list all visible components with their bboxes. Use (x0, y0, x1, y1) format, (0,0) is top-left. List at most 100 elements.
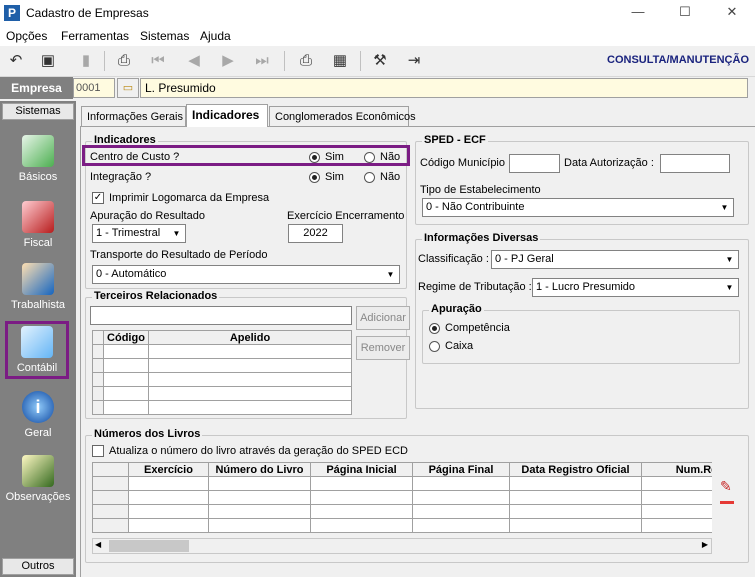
menu-bar: Opções Ferramentas Sistemas Ajuda (0, 26, 755, 46)
sidebar-item-geral[interactable]: i Geral (0, 391, 76, 439)
caixa-radio[interactable] (429, 341, 440, 352)
regime-tributacao-select[interactable]: 1 - Lucro Presumido ▼ (532, 278, 739, 297)
bookmark-icon[interactable]: ▮ (74, 50, 98, 72)
last-record-icon[interactable]: ⏭ (250, 50, 274, 72)
ledger-icon (22, 201, 54, 233)
integracao-label: Integração ? (90, 171, 152, 183)
menu-opcoes[interactable]: Opções (6, 29, 47, 43)
remover-button[interactable]: Remover (356, 336, 410, 360)
open-folder-button[interactable]: ▭ (117, 78, 139, 98)
folder-icon: ▭ (122, 82, 134, 94)
col-num-re: Num.Re (641, 462, 712, 477)
minimize-button[interactable]: — (628, 4, 648, 20)
table-row[interactable] (92, 386, 352, 401)
undo-icon[interactable]: ↶ (4, 50, 28, 72)
table-row[interactable] (92, 372, 352, 387)
table-row[interactable] (92, 400, 352, 415)
apuracao-resultado-label: Apuração do Resultado (90, 210, 205, 222)
tab-informacoes-gerais[interactable]: Informações Gerais (81, 106, 186, 126)
empresa-code-field[interactable]: 0001 (73, 78, 115, 98)
classificacao-select[interactable]: 0 - PJ Geral ▼ (491, 250, 739, 269)
competencia-radio[interactable] (429, 323, 440, 334)
menu-ajuda[interactable]: Ajuda (200, 29, 231, 43)
imprimir-logo-checkbox[interactable]: ✓ (92, 192, 104, 204)
data-autorizacao-label: Data Autorização : (564, 157, 654, 169)
centro-custo-highlight (82, 145, 410, 166)
first-record-icon[interactable]: ⏮ (146, 50, 170, 72)
toolbar: ↶ ▣ ▮ ⎙ ⏮ ◀ ▶ ⏭ ⎙ ▦ ⚒ ⇥ CONSULTA/MANUTEN… (0, 46, 755, 77)
codigo-municipio-label: Código Município : (420, 157, 512, 169)
menu-ferramentas[interactable]: Ferramentas (61, 29, 129, 43)
sidebar: Sistemas Básicos Fiscal Trabalhista Cont… (0, 101, 76, 577)
table-row[interactable] (92, 518, 712, 533)
window-title: Cadastro de Empresas (26, 6, 149, 20)
notebook-icon (22, 135, 54, 167)
col-pagina-inicial: Página Inicial (310, 462, 413, 477)
tab-conglomerados[interactable]: Conglomerados Econômicos (269, 106, 416, 126)
menu-sistemas[interactable]: Sistemas (140, 29, 189, 43)
tab-indicadores[interactable]: Indicadores (186, 104, 268, 127)
print-setup-icon[interactable]: ▦ (328, 50, 352, 72)
sidebar-item-contabil[interactable]: Contábil (5, 321, 69, 379)
numeros-livros-group: Números dos Livros Atualiza o número do … (85, 428, 749, 563)
sidebar-item-basicos[interactable]: Básicos (0, 135, 76, 183)
col-numero-livro: Número do Livro (208, 462, 311, 477)
data-autorizacao-input[interactable] (660, 154, 730, 173)
maximize-button[interactable]: ☐ (675, 4, 695, 20)
sidebar-item-fiscal[interactable]: Fiscal (0, 201, 76, 249)
terceiros-legend: Terceiros Relacionados (92, 290, 220, 302)
table-row[interactable] (92, 358, 352, 373)
tipo-estabelecimento-label: Tipo de Estabelecimento (420, 184, 541, 196)
caixa-label: Caixa (445, 340, 474, 352)
adicionar-button[interactable]: Adicionar (356, 306, 410, 330)
col-exercicio: Exercício (128, 462, 209, 477)
table-row[interactable] (92, 504, 712, 519)
delete-minus-icon[interactable] (720, 501, 734, 504)
scroll-thumb[interactable] (109, 540, 189, 552)
terceiros-search-input[interactable] (90, 306, 352, 325)
livros-table-viewport: Exercício Número do Livro Página Inicial… (92, 462, 712, 548)
scroll-right-icon[interactable]: ▶ (702, 540, 708, 549)
sidebar-item-observacoes[interactable]: Observações (0, 455, 76, 503)
regime-tributacao-label: Regime de Tributação : (418, 281, 532, 293)
exercicio-encerramento-input[interactable]: 2022 (288, 224, 343, 243)
apuracao-group: Apuração Competência Caixa (422, 303, 740, 364)
chevron-down-icon: ▼ (172, 229, 181, 238)
chevron-down-icon: ▼ (725, 283, 734, 292)
tipo-estabelecimento-select[interactable]: 0 - Não Contribuinte ▼ (422, 198, 734, 217)
print-icon[interactable]: ⎙ (294, 50, 318, 72)
codigo-municipio-input[interactable] (509, 154, 560, 173)
integracao-sim-radio[interactable] (309, 172, 320, 183)
sped-ecf-legend: SPED - ECF (422, 134, 488, 146)
close-button[interactable]: ✕ (722, 4, 742, 20)
chevron-down-icon: ▼ (720, 203, 729, 212)
horizontal-scrollbar[interactable]: ◀ ▶ (92, 538, 712, 554)
empresa-bar: Empresa 0001 ▭ L. Presumido (0, 77, 755, 100)
integracao-nao-label: Não (380, 171, 401, 183)
livros-table: Exercício Número do Livro Página Inicial… (92, 462, 712, 533)
integracao-nao-radio[interactable] (364, 172, 375, 183)
sidebar-item-trabalhista[interactable]: Trabalhista (0, 263, 76, 311)
table-row[interactable] (92, 490, 712, 505)
prev-record-icon[interactable]: ◀ (182, 50, 206, 72)
transporte-resultado-select[interactable]: 0 - Automático ▼ (92, 265, 400, 284)
apuracao-resultado-select[interactable]: 1 - Trimestral ▼ (92, 224, 186, 243)
empresa-name-field[interactable]: L. Presumido (140, 78, 748, 98)
scroll-left-icon[interactable]: ◀ (95, 540, 101, 549)
sidebar-footer[interactable]: Outros (2, 558, 74, 575)
mode-label: CONSULTA/MANUTENÇÃO (607, 54, 749, 66)
next-record-icon[interactable]: ▶ (216, 50, 240, 72)
atualiza-livro-checkbox[interactable] (92, 445, 104, 457)
preview-icon[interactable]: ⎙ (112, 50, 136, 72)
table-row[interactable] (92, 476, 712, 491)
tools-icon[interactable]: ⚒ (368, 50, 392, 72)
edit-pencil-icon[interactable]: ✎ (720, 478, 732, 495)
save-icon[interactable]: ▣ (36, 50, 60, 72)
classificacao-label: Classificação : (418, 253, 489, 265)
exercicio-encerramento-label: Exercício Encerramento (287, 210, 405, 222)
sidebar-header[interactable]: Sistemas (2, 103, 74, 120)
exit-icon[interactable]: ⇥ (402, 50, 426, 72)
table-row[interactable] (92, 344, 352, 359)
pencil-note-icon (22, 455, 54, 487)
chevron-down-icon: ▼ (725, 255, 734, 264)
